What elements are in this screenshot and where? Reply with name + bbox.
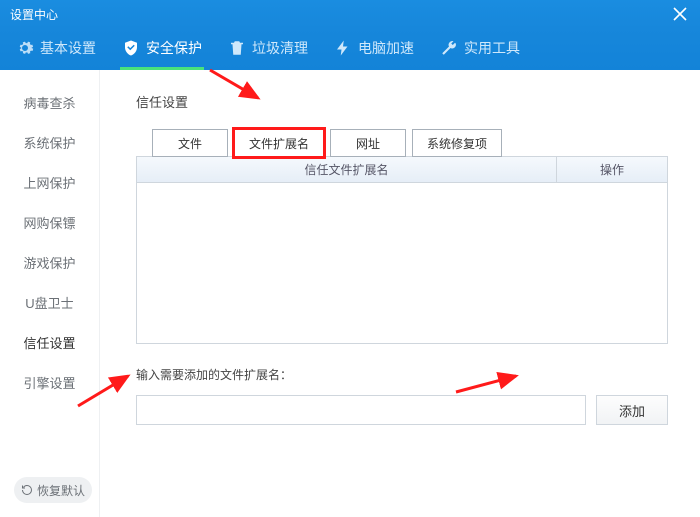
subtab-file[interactable]: 文件 xyxy=(152,129,228,157)
table-header: 信任文件扩展名 操作 xyxy=(137,157,667,183)
input-prompt: 输入需要添加的文件扩展名： xyxy=(136,366,668,383)
tab-label: 电脑加速 xyxy=(358,38,414,58)
subtab-label: 文件扩展名 xyxy=(249,135,309,152)
sidebar-item-shopping-guard[interactable]: 网购保镖 xyxy=(0,202,99,242)
bolt-icon xyxy=(334,39,352,57)
sidebar-item-virus-scan[interactable]: 病毒查杀 xyxy=(0,82,99,122)
top-tabbar: 基本设置 安全保护 垃圾清理 电脑加速 实用工具 xyxy=(0,28,700,70)
tab-basic-settings[interactable]: 基本设置 xyxy=(14,28,98,70)
tab-speedup[interactable]: 电脑加速 xyxy=(332,28,416,70)
subtab-label: 文件 xyxy=(178,135,202,152)
shield-icon xyxy=(122,39,140,57)
table-body xyxy=(137,183,667,343)
main-panel: 信任设置 文件 文件扩展名 网址 系统修复项 信任文件扩展名 操作 输入需要添加… xyxy=(100,70,700,517)
subtab-url[interactable]: 网址 xyxy=(330,129,406,157)
sidebar-item-engine-settings[interactable]: 引擎设置 xyxy=(0,362,99,402)
sidebar-item-system-protect[interactable]: 系统保护 xyxy=(0,122,99,162)
restore-label: 恢复默认 xyxy=(37,482,85,499)
table-header-action: 操作 xyxy=(557,157,667,182)
sidebar-item-label: 信任设置 xyxy=(23,333,75,352)
section-title: 信任设置 xyxy=(136,92,668,111)
titlebar: 设置中心 xyxy=(0,0,700,28)
add-button[interactable]: 添加 xyxy=(596,395,668,425)
wrench-icon xyxy=(440,39,458,57)
subtab-label: 系统修复项 xyxy=(427,135,487,152)
input-row: 添加 xyxy=(136,395,668,425)
sidebar-item-label: 游戏保护 xyxy=(23,253,75,272)
subtab-system-repair[interactable]: 系统修复项 xyxy=(412,129,502,157)
window-title: 设置中心 xyxy=(10,6,58,23)
close-button[interactable] xyxy=(660,0,700,28)
tab-label: 基本设置 xyxy=(40,38,96,58)
sidebar-item-game-protect[interactable]: 游戏保护 xyxy=(0,242,99,282)
table-header-extension: 信任文件扩展名 xyxy=(137,157,557,182)
sidebar-item-label: U盘卫士 xyxy=(25,293,73,312)
sidebar-item-label: 系统保护 xyxy=(23,133,75,152)
subtab-label: 网址 xyxy=(356,135,380,152)
subtab-file-extension[interactable]: 文件扩展名 xyxy=(234,129,324,157)
restore-defaults-button[interactable]: 恢复默认 xyxy=(14,477,92,503)
extension-input[interactable] xyxy=(136,395,586,425)
trust-table: 信任文件扩展名 操作 xyxy=(136,156,668,344)
sidebar-item-label: 上网保护 xyxy=(23,173,75,192)
content-area: 病毒查杀 系统保护 上网保护 网购保镖 游戏保护 U盘卫士 信任设置 引擎设置 … xyxy=(0,70,700,517)
tab-label: 垃圾清理 xyxy=(252,38,308,58)
tab-trash-clean[interactable]: 垃圾清理 xyxy=(226,28,310,70)
sidebar-item-label: 引擎设置 xyxy=(23,373,75,392)
sidebar-item-label: 病毒查杀 xyxy=(23,93,75,112)
sidebar-item-label: 网购保镖 xyxy=(23,213,75,232)
tab-tools[interactable]: 实用工具 xyxy=(438,28,522,70)
sidebar-item-trust-settings[interactable]: 信任设置 xyxy=(0,322,99,362)
tab-label: 实用工具 xyxy=(464,38,520,58)
tab-security[interactable]: 安全保护 xyxy=(120,28,204,70)
sidebar: 病毒查杀 系统保护 上网保护 网购保镖 游戏保护 U盘卫士 信任设置 引擎设置 … xyxy=(0,70,100,517)
gear-icon xyxy=(16,39,34,57)
sidebar-item-usb-guard[interactable]: U盘卫士 xyxy=(0,282,99,322)
refresh-icon xyxy=(21,484,33,496)
trash-icon xyxy=(228,39,246,57)
add-button-label: 添加 xyxy=(619,404,645,419)
sidebar-item-web-protect[interactable]: 上网保护 xyxy=(0,162,99,202)
close-icon xyxy=(673,7,687,21)
subtab-row: 文件 文件扩展名 网址 系统修复项 xyxy=(152,129,668,157)
tab-label: 安全保护 xyxy=(146,38,202,58)
